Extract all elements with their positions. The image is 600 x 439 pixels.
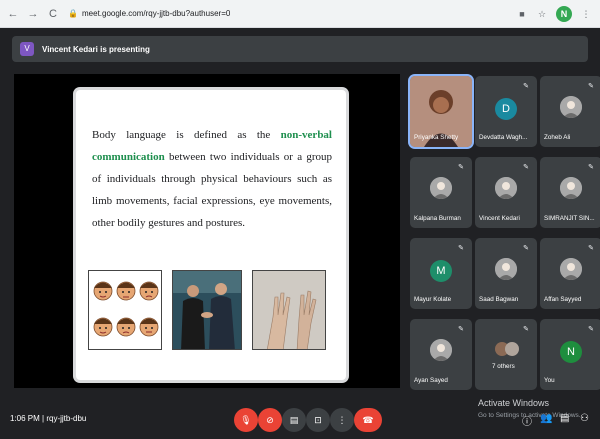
avatar [430, 339, 452, 361]
participant-name: Priyanka Shetty [414, 134, 459, 141]
avatar [495, 177, 517, 199]
avatar [560, 177, 582, 199]
meeting-info: 1:06 PM | rqy-jjtb-dbu [10, 414, 86, 423]
activate-windows-title: Activate Windows [478, 398, 550, 408]
end-call-button[interactable]: ☎ [354, 408, 382, 432]
avatar: N [560, 341, 582, 363]
mic-off-icon: ✎ [588, 326, 594, 333]
participant-name: Devdatta Wagh... [479, 134, 528, 141]
participant-tile[interactable]: ✎ Zoheb Ali [540, 76, 600, 147]
participant-name: Saad Bagwan [479, 296, 519, 303]
present-icon[interactable]: ⊡ [306, 408, 330, 432]
participant-tile[interactable]: ✎ Kalpana Burman [410, 157, 472, 228]
mic-off-icon: ✎ [523, 83, 529, 90]
mic-off-icon: ✎ [588, 245, 594, 252]
star-icon[interactable]: ☆ [536, 9, 548, 20]
mic-off-icon: ✎ [458, 245, 464, 252]
mic-off-icon: ✎ [523, 326, 529, 333]
meeting-code: rqy-jjtb-dbu [46, 414, 87, 423]
captions-icon[interactable]: ▤ [282, 408, 306, 432]
forward-icon[interactable]: → [26, 7, 40, 21]
avatar: D [495, 98, 517, 120]
profile-avatar[interactable]: N [556, 6, 572, 22]
participant-name: Ayan Sayed [414, 377, 448, 384]
people-icon[interactable]: 👥 [540, 413, 552, 424]
hands-gesture-image [252, 270, 326, 350]
mic-off-icon[interactable]: 🎙 [234, 408, 258, 432]
activities-icon[interactable]: ⚇ [580, 413, 589, 424]
address-bar[interactable]: 🔒 meet.google.com/rqy-jjtb-dbu?authuser=… [68, 5, 488, 23]
participant-name: Kalpana Burman [414, 215, 461, 222]
mic-off-icon: ✎ [458, 326, 464, 333]
participant-tile[interactable]: ✎ Saad Bagwan [475, 238, 537, 309]
participant-name: 7 others [492, 363, 515, 370]
participant-name: SIMRANJIT SIN... [544, 215, 595, 222]
presentation-stage: Body language is defined as the non-verb… [14, 74, 400, 388]
participant-tile[interactable]: ✎ D Devdatta Wagh... [475, 76, 537, 147]
info-icon[interactable]: ⓘ [522, 413, 532, 428]
slide-text-before: Body language is defined as the [92, 129, 281, 141]
mic-off-icon: ✎ [588, 83, 594, 90]
group-avatars [493, 341, 521, 357]
menu-icon[interactable]: ⋮ [580, 9, 592, 20]
handshake-image [172, 270, 242, 350]
presenting-text: Vincent Kedari is presenting [42, 44, 150, 54]
participant-tile[interactable]: ▮Priyanka Shetty [410, 76, 472, 147]
url-text: meet.google.com/rqy-jjtb-dbu?authuser=0 [82, 9, 231, 18]
reload-icon[interactable]: C [46, 7, 60, 21]
camera-icon[interactable]: ■ [516, 9, 528, 19]
avatar: M [430, 260, 452, 282]
participant-tile[interactable]: ✎ M Mayur Kolate [410, 238, 472, 309]
participant-tile[interactable]: ✎ Ayan Sayed [410, 319, 472, 390]
participant-tile[interactable]: ✎ Affan Sayyed [540, 238, 600, 309]
browser-toolbar: ← → C 🔒 meet.google.com/rqy-jjtb-dbu?aut… [0, 0, 600, 28]
more-options-icon[interactable]: ⋮ [330, 408, 354, 432]
avatar [495, 258, 517, 280]
clock-time: 1:06 PM [10, 414, 40, 423]
participant-name: Mayur Kolate [414, 296, 452, 303]
participant-tile[interactable]: ✎ Vincent Kedari [475, 157, 537, 228]
participant-tile[interactable]: ✎ N You [540, 319, 600, 390]
presenter-avatar: V [20, 42, 34, 56]
mic-off-icon: ✎ [588, 164, 594, 171]
avatar [430, 177, 452, 199]
mic-off-icon: ✎ [523, 245, 529, 252]
slide-text: Body language is defined as the non-verb… [92, 124, 332, 234]
participant-name: Vincent Kedari [479, 215, 520, 222]
mic-off-icon: ✎ [458, 164, 464, 171]
participant-tile[interactable]: ✎ SIMRANJIT SIN... [540, 157, 600, 228]
mic-off-icon: ✎ [523, 164, 529, 171]
presenting-banner: V Vincent Kedari is presenting [12, 36, 588, 62]
back-icon[interactable]: ← [6, 7, 20, 21]
participant-name: Affan Sayyed [544, 296, 582, 303]
avatar [560, 96, 582, 118]
participant-name: Zoheb Ali [544, 134, 571, 141]
avatar [560, 258, 582, 280]
lock-icon: 🔒 [68, 9, 78, 18]
chat-icon[interactable]: ▤ [560, 413, 569, 424]
separator: | [42, 414, 45, 423]
participant-tile[interactable]: ✎ 7 others [475, 319, 537, 390]
faces-expressions-image [88, 270, 162, 350]
participant-name: You [544, 377, 555, 384]
camera-off-icon[interactable]: ⊘ [258, 408, 282, 432]
slide: Body language is defined as the non-verb… [76, 90, 346, 380]
